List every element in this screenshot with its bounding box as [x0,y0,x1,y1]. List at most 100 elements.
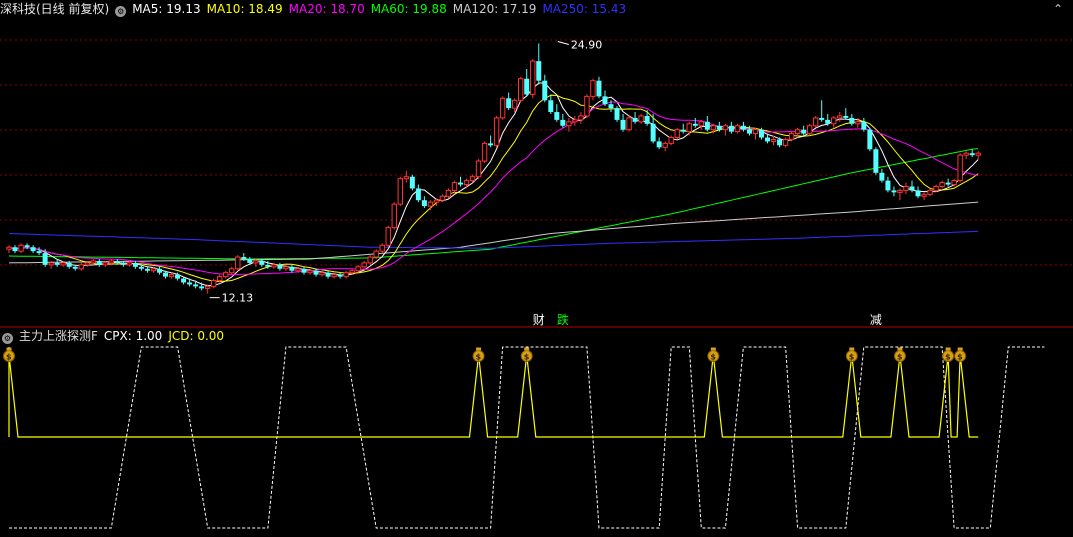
candle[interactable] [373,249,379,259]
candle[interactable] [325,270,331,279]
event-marker[interactable]: 减 [870,313,882,327]
candle[interactable] [620,114,626,132]
candle[interactable] [698,119,704,130]
candle[interactable] [915,186,921,199]
candle[interactable] [458,176,463,187]
candle[interactable] [223,270,229,279]
candle[interactable] [421,196,427,209]
candle[interactable] [957,153,963,183]
candle[interactable] [680,123,686,134]
money-bag-icon[interactable]: $ [472,347,485,362]
indicator-name[interactable]: 主力上涨探测F [19,329,98,343]
candle[interactable] [801,125,807,136]
candle[interactable] [602,90,608,107]
candle[interactable] [921,192,927,201]
candle[interactable] [572,115,578,126]
candle[interactable] [6,245,12,254]
candle[interactable] [674,127,680,140]
candle[interactable] [632,112,638,124]
candle[interactable] [427,200,434,210]
candle[interactable] [481,141,488,163]
candle[interactable] [638,114,644,124]
candle[interactable] [548,94,554,114]
collapse-chevron-icon[interactable]: ⌃ [1053,2,1063,16]
candle[interactable] [831,115,837,128]
candle[interactable] [788,131,795,142]
money-bag-icon[interactable]: $ [954,347,967,362]
candle[interactable] [536,43,542,85]
candlestick-series[interactable] [6,43,981,294]
candle[interactable] [78,262,84,271]
candle[interactable] [704,115,710,132]
event-marker[interactable]: 财 [533,313,545,327]
candle[interactable] [385,225,391,248]
candle[interactable] [812,115,819,128]
candle[interactable] [590,78,596,101]
settings-gear-icon[interactable]: ⚙ [115,6,127,17]
candle[interactable] [782,137,789,148]
candle[interactable] [157,266,162,275]
candle[interactable] [897,188,903,201]
candle[interactable] [903,182,909,195]
candle[interactable] [445,188,452,199]
candle[interactable] [843,108,849,120]
candle[interactable] [806,123,813,136]
candle[interactable] [337,272,343,279]
candle[interactable] [12,245,18,254]
candle[interactable] [463,178,470,189]
candle[interactable] [499,96,506,120]
candle[interactable] [596,76,602,99]
candle[interactable] [692,117,698,128]
candle[interactable] [644,110,650,126]
candle[interactable] [879,168,885,183]
candle[interactable] [451,180,458,193]
candle[interactable] [144,266,150,273]
candle[interactable] [873,147,879,175]
candle[interactable] [259,258,265,267]
candle[interactable] [229,266,235,275]
candle[interactable] [837,112,843,122]
candle[interactable] [686,121,692,136]
candle[interactable] [391,202,397,230]
candle[interactable] [650,114,656,144]
candle[interactable] [825,114,831,126]
candle[interactable] [475,159,482,179]
candle[interactable] [530,59,536,99]
candle[interactable] [945,178,951,187]
candle[interactable] [403,170,410,183]
candle[interactable] [819,100,825,122]
candle[interactable] [343,270,349,279]
candle[interactable] [367,255,373,265]
candle[interactable] [506,92,512,111]
money-bag-icon[interactable]: $ [942,347,955,362]
security-title[interactable]: 深科技(日线 前复权) [0,2,109,16]
candle[interactable] [668,135,674,146]
event-marker[interactable]: 跌 [557,312,569,327]
candle[interactable] [301,266,307,275]
candle[interactable] [560,114,566,128]
candle[interactable] [30,245,36,254]
candle[interactable] [584,94,590,118]
candle[interactable] [361,260,367,269]
candle[interactable] [235,255,241,271]
candle[interactable] [662,141,668,152]
candle[interactable] [969,149,975,158]
candle[interactable] [96,258,102,267]
candle[interactable] [36,247,42,256]
candle[interactable] [722,123,729,136]
candle[interactable] [210,278,217,289]
candle[interactable] [578,112,584,124]
indicator-settings-icon[interactable]: ⚙ [2,333,13,344]
candle[interactable] [415,184,421,203]
candle[interactable] [963,151,969,160]
candle[interactable] [18,243,24,254]
candle[interactable] [885,176,891,193]
candle[interactable] [397,176,404,207]
money-bag-icon[interactable]: $ [845,347,858,362]
candle[interactable] [849,114,855,126]
money-bag-icon[interactable]: $ [3,347,15,362]
money-bag-icon[interactable]: $ [893,347,906,362]
candle[interactable] [867,127,873,152]
candle[interactable] [734,123,741,134]
candle[interactable] [728,121,734,134]
